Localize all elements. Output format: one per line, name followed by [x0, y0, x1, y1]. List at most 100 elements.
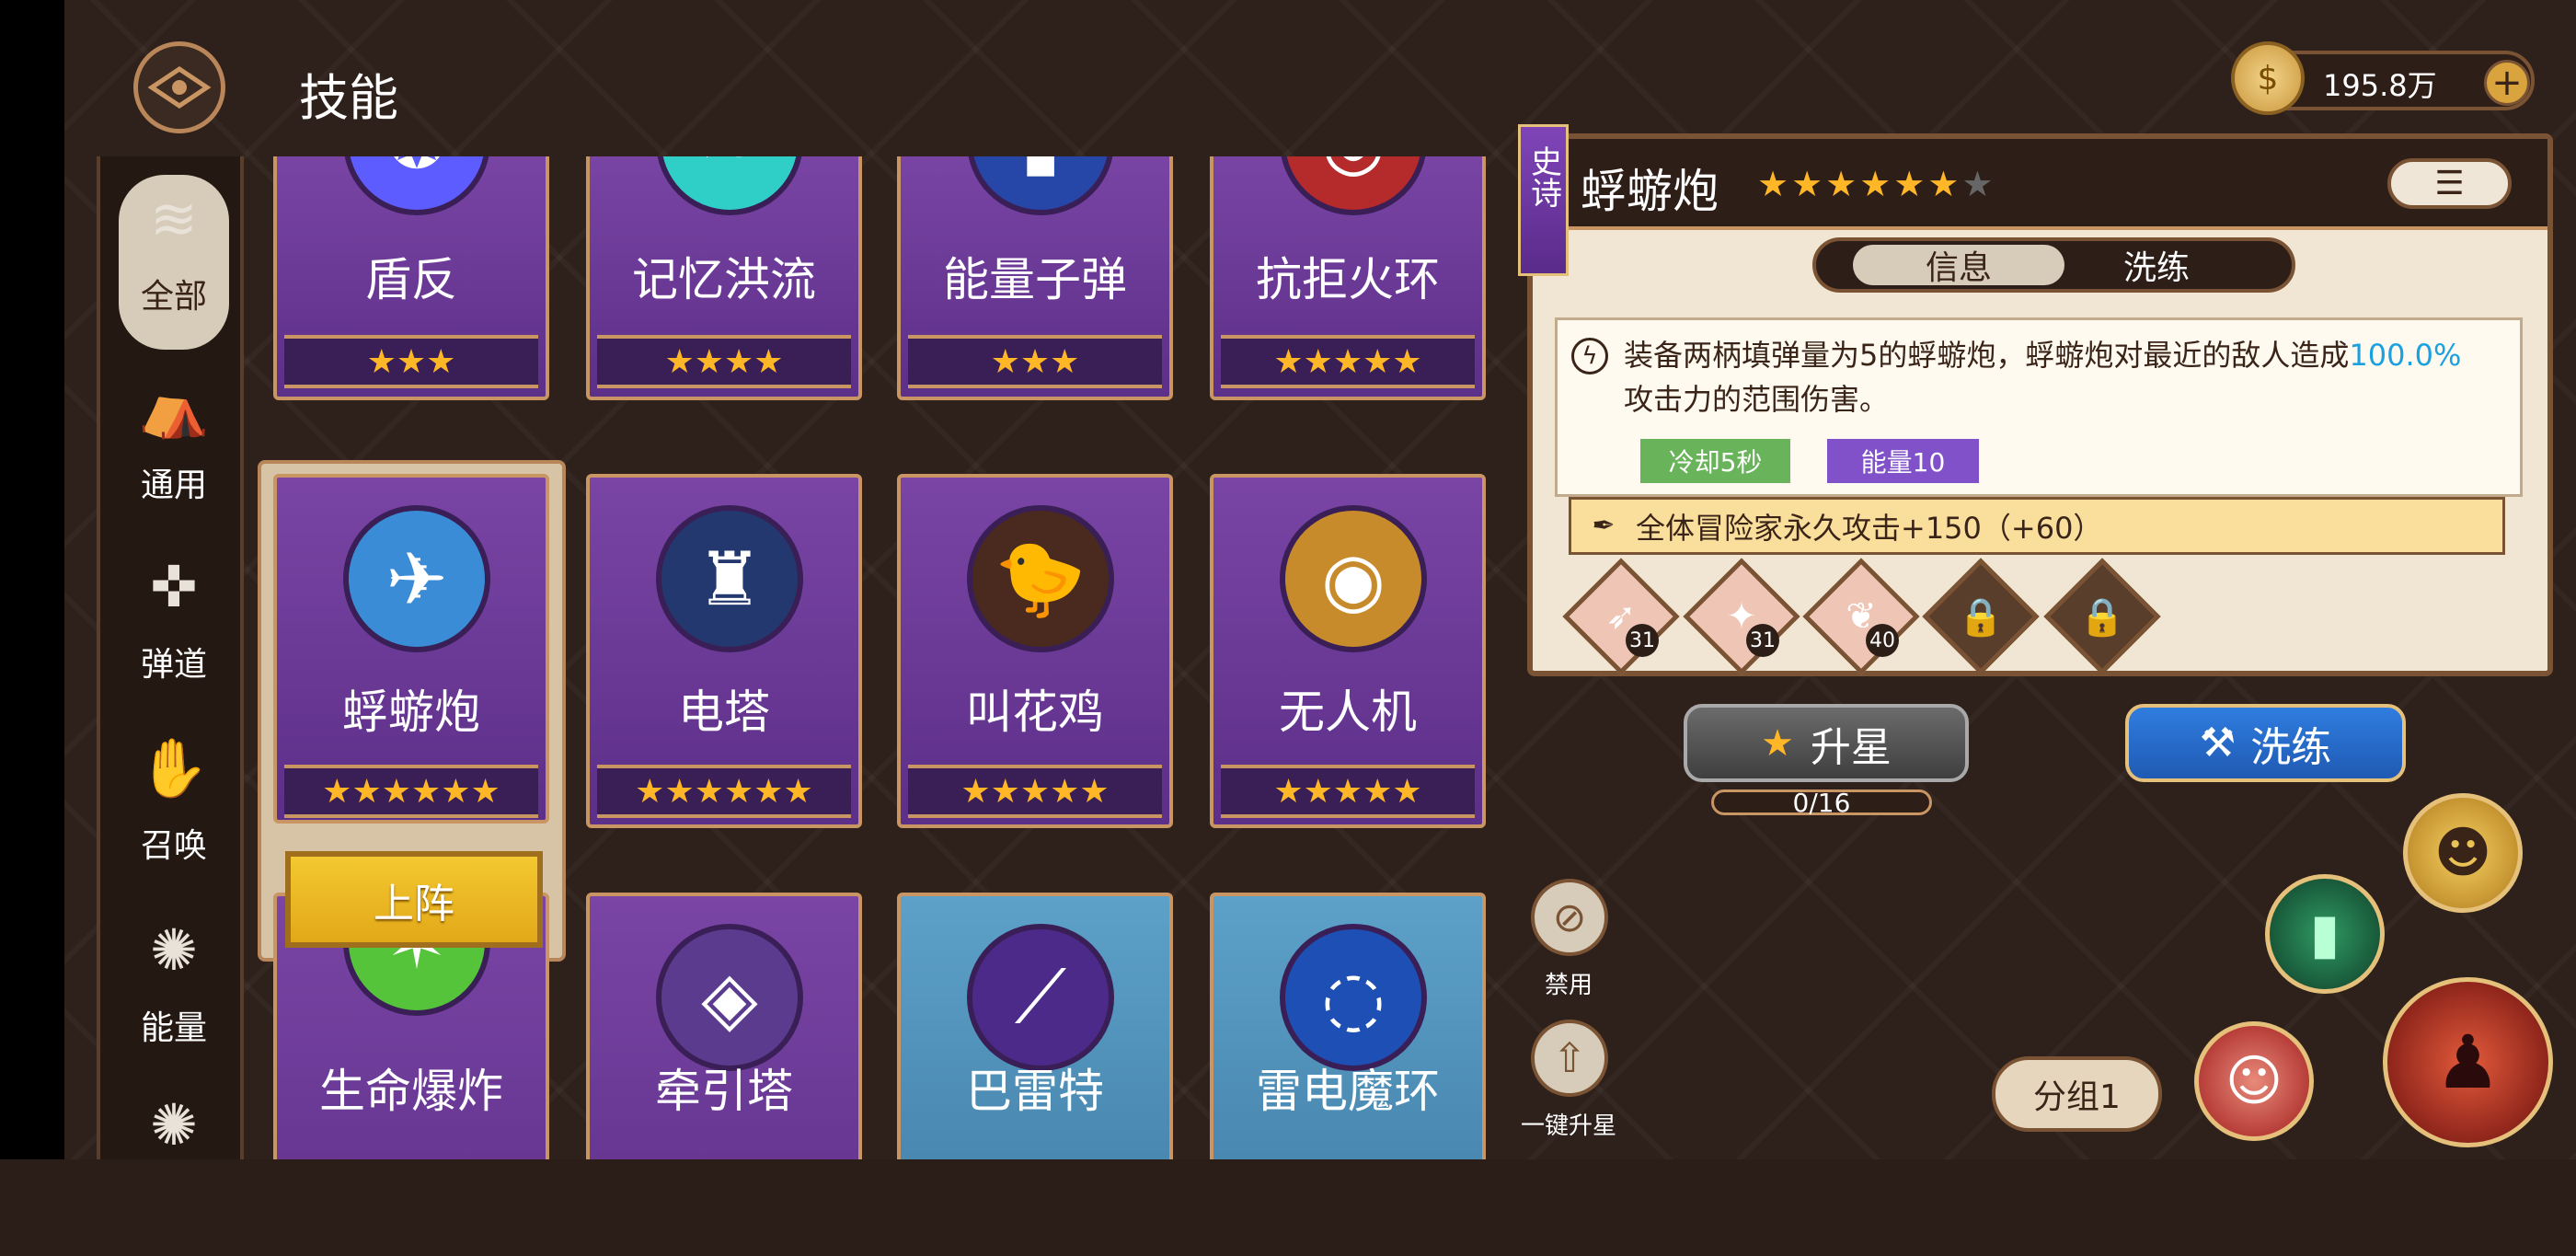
skill-card[interactable]: ◉ 无人机 ★★★★★: [1210, 474, 1486, 828]
team-silhouette-icon: ♟: [2434, 1020, 2501, 1105]
refine-button[interactable]: ⚒ 洗练: [2125, 704, 2406, 782]
skill-stars: ★★★★★: [1221, 335, 1475, 388]
summon-hand-icon: ✋: [138, 733, 210, 801]
skill-card[interactable]: ◈ 牵引塔: [586, 893, 862, 1159]
list-button[interactable]: ☰: [2387, 158, 2512, 209]
rune-level: 31: [1626, 624, 1659, 657]
skill-stars: ★★★★: [597, 335, 851, 388]
skill-stars: ★★★★★★: [284, 765, 538, 818]
tent-icon: ⛺: [138, 373, 210, 441]
sidebar-item-ballistic[interactable]: ✜ 弹道: [119, 543, 229, 718]
skill-name: 记忆洪流: [632, 253, 816, 306]
skill-card[interactable]: 🐤 叫花鸡 ★★★★★: [897, 474, 1173, 828]
skill-stars: ★★★★★: [908, 765, 1162, 818]
skill-name: 盾反: [365, 253, 457, 306]
skill-card[interactable]: ❂ 盾反 ★★★: [273, 156, 549, 400]
sidebar-item-energy[interactable]: ✺ 能量: [119, 906, 229, 1081]
up-arrow-icon: ⇧: [1552, 1034, 1587, 1082]
category-sidebar: ≋ 全部 ⛺ 通用 ✜ 弹道 ✋ 召唤 ✺ 能量 ✺: [97, 156, 244, 1159]
coin-icon: $: [2231, 41, 2305, 115]
cooldown-badge: 冷却5秒: [1640, 439, 1790, 483]
sidebar-item-label: 弹道: [140, 646, 207, 684]
fire-ring-icon: ◎: [1280, 156, 1427, 215]
sidebar-item-label: 全部: [140, 278, 207, 316]
tab-info[interactable]: 信息: [1853, 245, 2064, 287]
skill-stars: ★★★: [284, 335, 538, 388]
skill-name: 雷电魔环: [1256, 1065, 1440, 1118]
star-icon: ★: [1761, 721, 1794, 765]
hero-avatar-ninja[interactable]: ☻: [2403, 793, 2523, 913]
screen-left-border: [0, 0, 64, 1159]
refine-label: 洗练: [2250, 723, 2332, 771]
sidebar-item-more[interactable]: ✺: [119, 1081, 229, 1256]
skill-stars: ★★★★★★: [597, 765, 851, 818]
skill-card[interactable]: ⟋ 巴雷特: [897, 893, 1173, 1159]
ban-label: 禁用: [1544, 972, 1593, 999]
rarity-label: 史诗: [1524, 145, 1562, 208]
description-main: 装备两柄填弹量为5的蜉蝣炮，蜉蝣炮对最近的敌人造成: [1624, 338, 2350, 373]
skill-card[interactable]: ◎ 抗拒火环 ★★★★★: [1210, 156, 1486, 400]
thunder-ring-icon: ◌: [1280, 924, 1427, 1071]
spirit-icon: ☺: [2225, 1049, 2283, 1113]
stars-empty: ★: [1961, 164, 1996, 204]
hero-avatar-card[interactable]: ▮: [2265, 874, 2385, 994]
energy-bullet-icon: ▮: [967, 156, 1114, 215]
deploy-button[interactable]: 上阵: [285, 851, 543, 948]
hero-avatar-spirit[interactable]: ☺: [2194, 1021, 2314, 1141]
bonus-text: 全体冒险家永久攻击+150（+60）: [1636, 510, 2103, 546]
skill-stars: ★★★★★: [1221, 765, 1475, 818]
upgrade-star-label: 升星: [1810, 723, 1892, 771]
sidebar-item-summon[interactable]: ✋ 召唤: [119, 724, 229, 899]
skill-card-selected[interactable]: ✈ 蜉蝣炮 ★★★★★★: [273, 474, 549, 824]
skill-name: 牵引塔: [655, 1065, 793, 1118]
sidebar-item-general[interactable]: ⛺ 通用: [119, 363, 229, 538]
detail-stars: ★★★★★★★: [1757, 164, 1995, 204]
drone-eye-icon: ◉: [1280, 505, 1427, 652]
group-button[interactable]: 分组1: [1992, 1056, 2162, 1132]
skill-name: 电塔: [678, 686, 770, 739]
rarity-tag: 史诗: [1518, 124, 1569, 276]
energy-badge: 能量10: [1827, 439, 1979, 483]
description-value: 100.0%: [2349, 338, 2462, 373]
lightning-icon: ϟ: [1571, 338, 1608, 374]
memory-flood-icon: ≈: [656, 156, 803, 215]
tab-refine[interactable]: 洗练: [2051, 245, 2262, 287]
skill-description: 装备两柄填弹量为5的蜉蝣炮，蜉蝣炮对最近的敌人造成100.0% 攻击力的范围伤害…: [1624, 333, 2507, 421]
sidebar-item-all[interactable]: ≋ 全部: [119, 175, 229, 350]
barrett-icon: ⟋: [967, 924, 1114, 1071]
detail-tabs: 信息 洗练: [1812, 237, 2295, 293]
page-title: 技能: [299, 69, 398, 127]
skill-card[interactable]: ≈ 记忆洪流 ★★★★: [586, 156, 862, 400]
one-click-upstar-label: 一键升星: [1520, 1112, 1616, 1140]
chicken-icon: 🐤: [967, 505, 1114, 652]
skill-card[interactable]: ◌ 雷电魔环: [1210, 893, 1486, 1159]
sidebar-item-label: 通用: [140, 467, 207, 504]
one-click-upstar-button[interactable]: ⇧: [1531, 1020, 1608, 1097]
back-button[interactable]: [133, 41, 225, 133]
skill-name: 无人机: [1279, 686, 1417, 739]
stars-earned: ★★★★★★: [1757, 164, 1962, 204]
ninja-icon: ☻: [2433, 821, 2492, 885]
skill-card[interactable]: ▮ 能量子弹 ★★★: [897, 156, 1173, 400]
rune-level: 40: [1866, 624, 1899, 657]
rune-level: 31: [1746, 624, 1779, 657]
skill-name: 能量子弹: [943, 253, 1127, 306]
crosshair-icon: ✜: [150, 553, 198, 620]
electric-tower-icon: ♜: [656, 505, 803, 652]
hero-avatar-team[interactable]: ♟: [2383, 977, 2553, 1147]
ban-button[interactable]: ⊘: [1531, 879, 1608, 956]
upgrade-star-button[interactable]: ★ 升星: [1684, 704, 1969, 782]
skill-name: 巴雷特: [966, 1065, 1104, 1118]
shield-counter-icon: ❂: [343, 156, 490, 215]
add-currency-button[interactable]: +: [2484, 60, 2530, 106]
team-bonus: ✒ 全体冒险家永久攻击+150（+60）: [1569, 497, 2505, 555]
traction-tower-icon: ◈: [656, 924, 803, 1071]
sidebar-item-label: 召唤: [140, 827, 207, 865]
sidebar-item-label: 能量: [140, 1009, 207, 1047]
hammer-icon: ⚒: [2199, 720, 2237, 766]
ban-icon: ⊘: [1552, 893, 1587, 941]
back-arrow-icon: [147, 65, 212, 109]
skill-name: 生命爆炸: [319, 1065, 503, 1118]
skill-card[interactable]: ♜ 电塔 ★★★★★★: [586, 474, 862, 828]
skill-name: 叫花鸡: [966, 686, 1104, 739]
